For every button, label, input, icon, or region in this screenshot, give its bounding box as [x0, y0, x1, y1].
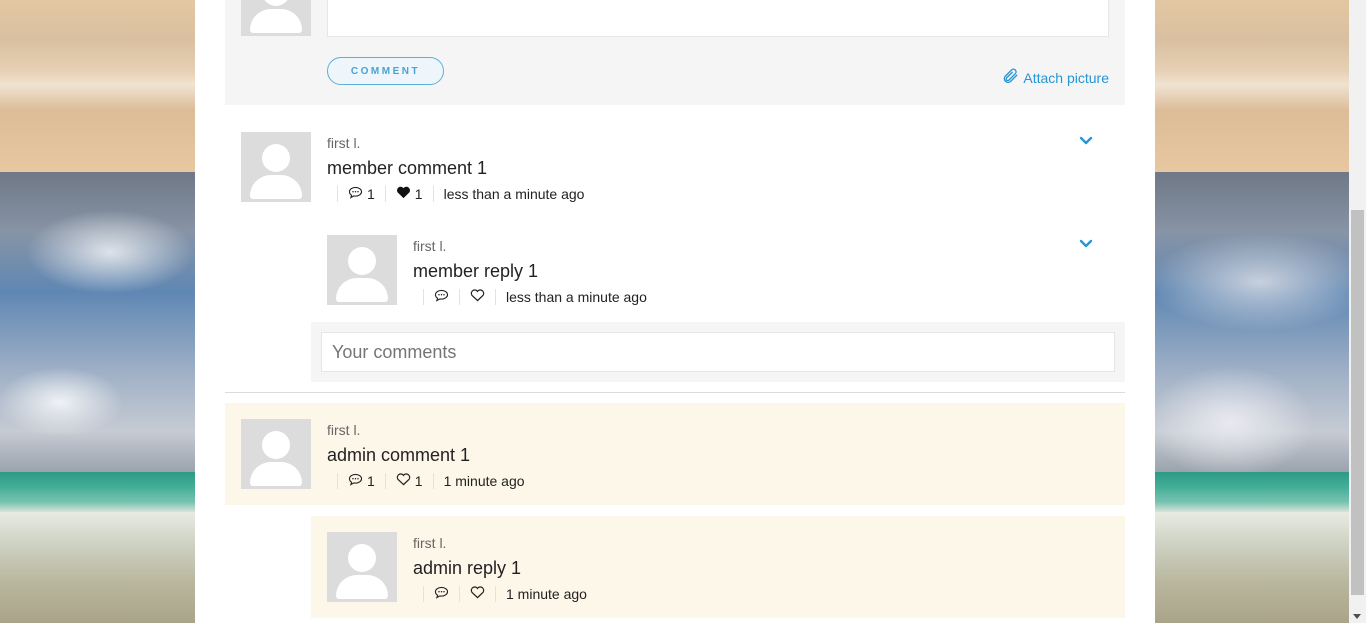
comment-item: first l. member comment 1 1 1 less than … [241, 132, 1109, 212]
speech-bubble-icon [434, 289, 449, 305]
comment-button[interactable]: COMMENT [327, 57, 444, 85]
reply-author: first l. [413, 535, 447, 551]
heart-filled-icon [396, 186, 411, 202]
paperclip-icon [1001, 67, 1019, 88]
divider [225, 392, 1125, 393]
speech-bubble-icon [434, 586, 449, 602]
comment-author: first l. [327, 422, 361, 438]
comment-text: admin comment 1 [327, 445, 471, 465]
reply-text: admin reply 1 [413, 558, 522, 578]
heart-outline-icon [396, 473, 411, 489]
reply-count: 1 [367, 473, 375, 489]
comment-meta: 1 1 less than a minute ago [337, 185, 594, 203]
vertical-scrollbar[interactable] [1349, 0, 1366, 623]
comment-composer: COMMENT Attach picture [225, 0, 1125, 105]
like-count: 1 [414, 473, 423, 489]
reply-author: first l. [413, 238, 447, 254]
attach-picture-link[interactable]: Attach picture [1001, 67, 1109, 88]
like-button[interactable]: 1 [384, 186, 433, 202]
reply-meta: less than a minute ago [423, 288, 657, 306]
reply-item: first l. admin reply 1 1 minute ago [327, 532, 1109, 612]
avatar [241, 0, 311, 36]
reply-count-button[interactable]: 1 [337, 473, 385, 489]
reply-time: 1 minute ago [495, 586, 597, 602]
heart-outline-icon [470, 586, 485, 602]
reply-button[interactable] [423, 289, 459, 305]
reply-composer [311, 322, 1125, 382]
like-button[interactable]: 1 [384, 473, 433, 489]
chevron-down-icon[interactable] [1079, 236, 1093, 254]
comments-panel: COMMENT Attach picture first l. member c… [195, 0, 1155, 623]
comment-textarea[interactable] [327, 0, 1109, 37]
avatar [327, 532, 397, 602]
like-button[interactable] [459, 586, 495, 602]
comment-time: 1 minute ago [432, 473, 535, 489]
avatar [241, 419, 311, 489]
scrollbar-thumb[interactable] [1351, 210, 1364, 595]
reply-button[interactable] [423, 586, 459, 602]
attach-picture-label: Attach picture [1023, 69, 1109, 86]
reply-meta: 1 minute ago [423, 585, 597, 603]
reply-input[interactable] [321, 332, 1115, 372]
reply-count: 1 [367, 186, 375, 202]
comment-meta: 1 1 1 minute ago [337, 472, 535, 490]
speech-bubble-icon [348, 473, 363, 489]
chevron-down-icon[interactable] [1079, 133, 1093, 151]
reply-item: first l. member reply 1 less than a minu… [327, 235, 1109, 315]
comment-time: less than a minute ago [432, 186, 595, 202]
heart-outline-icon [470, 289, 485, 305]
speech-bubble-icon [348, 186, 363, 202]
like-count: 1 [414, 186, 423, 202]
reply-count-button[interactable]: 1 [337, 186, 385, 202]
comment-author: first l. [327, 135, 361, 151]
comment-text: member comment 1 [327, 158, 488, 178]
scroll-down-arrow-icon[interactable] [1353, 614, 1361, 619]
avatar [241, 132, 311, 202]
like-button[interactable] [459, 289, 495, 305]
comment-item: first l. admin comment 1 1 1 1 minute ag… [241, 419, 1109, 499]
reply-text: member reply 1 [413, 261, 539, 281]
reply-time: less than a minute ago [495, 289, 657, 305]
avatar [327, 235, 397, 305]
